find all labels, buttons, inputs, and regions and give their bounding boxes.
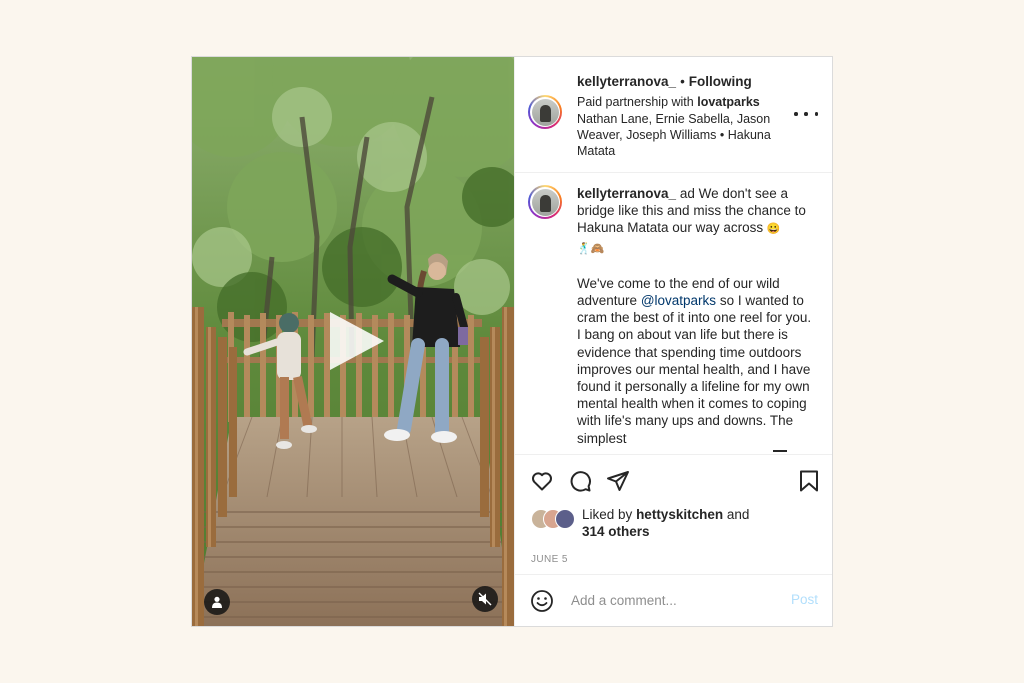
caption-scroll-indicator[interactable] xyxy=(773,450,787,452)
profile-photo xyxy=(531,98,559,126)
comment-composer: Post xyxy=(515,574,832,626)
profile-photo xyxy=(531,188,559,216)
instagram-post: kellyterranova_ • Following Paid partnersh… xyxy=(191,56,833,627)
separator-dot: • xyxy=(680,74,685,89)
mention-link[interactable]: @lovatparks xyxy=(641,293,716,308)
grin-emoji: 😀 xyxy=(766,223,781,236)
share-button[interactable] xyxy=(606,469,630,498)
author-avatar[interactable] xyxy=(528,95,562,129)
following-button[interactable]: Following xyxy=(689,74,752,89)
comment-input[interactable] xyxy=(569,587,773,613)
author-username[interactable]: kellyterranova_ xyxy=(577,74,676,89)
comment-button[interactable] xyxy=(568,469,592,498)
user-tag-icon xyxy=(212,596,222,608)
emoji-smile-icon xyxy=(531,590,553,612)
post-comment-button[interactable]: Post xyxy=(791,592,818,607)
comment-icon xyxy=(570,471,591,492)
liker-avatar xyxy=(555,509,575,529)
like-button[interactable] xyxy=(530,469,554,498)
post-caption: kellyterranova_ ad We don't see a bridge… xyxy=(515,173,832,454)
emoji-picker-button[interactable] xyxy=(530,589,554,618)
reel-video[interactable] xyxy=(192,57,514,626)
muted-speaker-icon xyxy=(478,592,492,606)
audio-toggle-button[interactable] xyxy=(472,586,498,612)
liker-avatars[interactable] xyxy=(531,509,581,529)
caption-username[interactable]: kellyterranova_ xyxy=(577,186,676,201)
header-title-row: kellyterranova_ • Following xyxy=(577,73,832,91)
bookmark-icon xyxy=(800,470,818,492)
tagged-users-button[interactable] xyxy=(204,589,230,615)
more-horizontal-icon xyxy=(794,112,798,116)
post-details: kellyterranova_ • Following Paid partnersh… xyxy=(514,57,832,626)
paper-plane-icon xyxy=(607,471,629,491)
caption-paragraph-2: We've come to the end of our wild advent… xyxy=(577,275,818,447)
post-header: kellyterranova_ • Following Paid partnersh… xyxy=(515,57,832,173)
more-options-button[interactable] xyxy=(794,107,818,121)
likes-and-label: and xyxy=(726,507,750,522)
liked-by-label: Liked by xyxy=(582,507,633,522)
likes-summary: Liked by hettyskitchen and 314 others xyxy=(515,506,832,544)
paid-partnership-label: Paid partnership with xyxy=(577,95,694,109)
likes-count-link[interactable]: 314 others xyxy=(582,524,650,539)
dance-emoji: 🕺🙈 xyxy=(577,242,605,255)
caption-text-2b: so I wanted to cram the best of it into … xyxy=(577,293,812,446)
caption-avatar[interactable] xyxy=(528,185,562,219)
audio-attribution[interactable]: Nathan Lane, Ernie Sabella, Jason Weaver… xyxy=(577,111,777,159)
play-button[interactable] xyxy=(324,309,388,373)
play-icon xyxy=(330,312,384,370)
post-date[interactable]: JUNE 5 xyxy=(515,544,832,574)
heart-icon xyxy=(532,472,552,491)
action-bar xyxy=(515,454,832,506)
caption-paragraph-1: kellyterranova_ ad We don't see a bridge… xyxy=(577,185,818,258)
partner-link[interactable]: lovatparks xyxy=(697,95,760,109)
save-button[interactable] xyxy=(798,469,820,498)
liker-username[interactable]: hettyskitchen xyxy=(636,507,723,522)
